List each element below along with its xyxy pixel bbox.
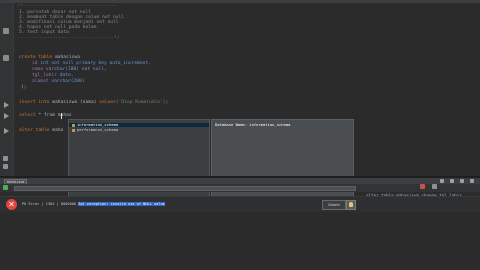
select-line: select * from mahas	[19, 113, 72, 118]
quick-fix-button[interactable]	[346, 200, 356, 210]
create-table-line: create table mahasiswa	[19, 55, 80, 60]
run-statement-icon[interactable]	[4, 113, 9, 119]
bottom-area	[0, 212, 480, 270]
autocomplete-item[interactable]: performance_schema	[72, 128, 118, 132]
lightbulb-icon	[349, 202, 353, 207]
stop-icon[interactable]	[420, 184, 425, 189]
execute-icon[interactable]	[3, 185, 8, 190]
insert-line: insert into mahasiswa (nama) values('Dio…	[19, 100, 169, 105]
text-caret	[61, 113, 62, 119]
column-def: tgl_lahir date,	[32, 73, 74, 78]
gear-icon[interactable]	[460, 179, 464, 183]
database-icon	[72, 128, 75, 132]
documentation-text: Database Name: information_schema	[215, 122, 291, 127]
fold-marker-icon[interactable]	[3, 55, 9, 61]
column-def: alamat varchar(200)	[32, 79, 85, 84]
error-message: PU Error | 1364 | 0000000 Sql exception:…	[22, 202, 165, 206]
column-def: nama varchar(100) not null,	[32, 67, 107, 72]
favorites-icon[interactable]	[3, 164, 8, 169]
structure-icon[interactable]	[3, 156, 8, 161]
run-statement-icon[interactable]	[4, 128, 9, 134]
column-def: id int not null primary key auto_increme…	[32, 61, 151, 66]
results-field[interactable]	[14, 186, 356, 191]
comment-rule: -----------------------------------*/	[17, 36, 120, 41]
fold-marker-icon[interactable]	[3, 28, 9, 34]
comment-line: 5. test input data	[19, 30, 69, 35]
settings-icon[interactable]	[440, 179, 444, 183]
minimize-icon[interactable]	[470, 179, 474, 183]
database-icon	[72, 123, 75, 127]
create-close: );	[21, 85, 27, 90]
layout-icon[interactable]	[450, 179, 454, 183]
details-button[interactable]: Details	[322, 200, 346, 210]
comment-rule: /*----------------------------------	[17, 4, 117, 9]
run-statement-icon[interactable]	[4, 102, 9, 108]
error-icon: ✕	[6, 199, 17, 210]
refresh-icon[interactable]	[432, 184, 437, 189]
error-status-bar: ✕ PU Error | 1364 | 0000000 Sql exceptio…	[0, 196, 480, 213]
alter-line: alter table maha	[19, 128, 64, 133]
